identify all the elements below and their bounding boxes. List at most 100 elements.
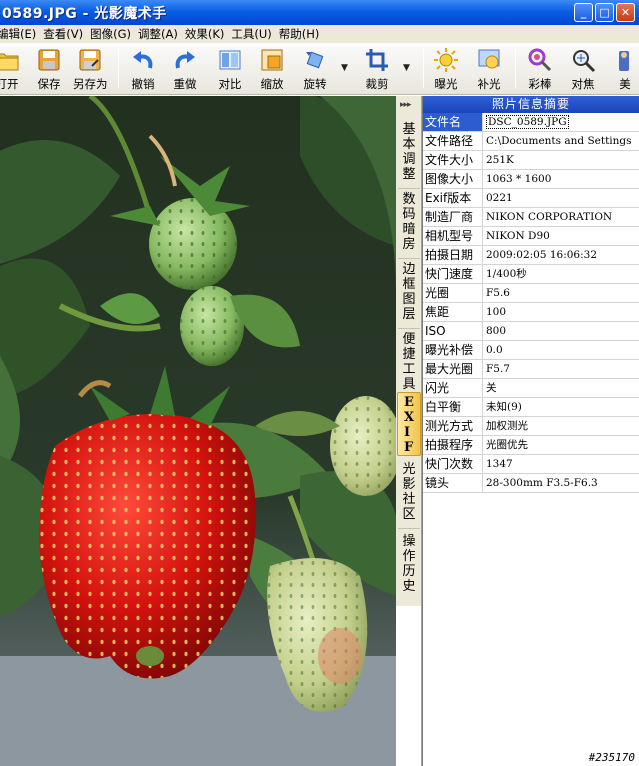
expand-panel-icon[interactable]: ▸▸▸ (400, 100, 412, 110)
exif-key: 测光方式 (423, 417, 483, 435)
resize-button[interactable]: 缩放 (259, 45, 285, 93)
beauty-button[interactable]: 美 (612, 45, 638, 93)
exif-value: 28-300mm F3.5-F6.3 (483, 474, 639, 492)
exif-value-text: F5.6 (486, 287, 510, 299)
menu-tools[interactable]: 工具(U) (231, 26, 278, 42)
table-row[interactable]: 镜头 28-300mm F3.5-F6.3 (423, 474, 639, 493)
menu-image[interactable]: 图像(G) (90, 26, 138, 42)
exif-key: 快门速度 (423, 265, 483, 283)
open-button[interactable]: 打开 (0, 45, 20, 93)
exposure-button[interactable]: 曝光 (433, 45, 459, 93)
tab-digital-darkroom[interactable]: 数码暗房 (397, 192, 421, 254)
table-row[interactable]: ISO 800 (423, 322, 639, 341)
tab-separator (398, 328, 420, 329)
minimize-button[interactable]: _ (574, 3, 593, 22)
toolbar-separator (515, 48, 516, 88)
table-row[interactable]: 制造厂商 NIKON CORPORATION (423, 208, 639, 227)
focus-button[interactable]: 对焦 (570, 45, 596, 93)
side-tab-bar: ▸▸▸ 基本调整 数码暗房 边框图层 便捷工具 EXIF 光影社区 操作历史 (396, 96, 422, 606)
exif-key: 镜头 (423, 474, 483, 492)
exif-value: F5.7 (483, 360, 639, 378)
menu-bar: 编辑(E) 查看(V) 图像(G) 调整(A) 效果(K) 工具(U) 帮助(H… (0, 25, 639, 43)
resize-icon (259, 47, 285, 73)
exif-key: 图像大小 (423, 170, 483, 188)
focus-icon (570, 47, 596, 73)
table-row[interactable]: 拍摄日期 2009:02:05 16:06:32 (423, 246, 639, 265)
photo-canvas[interactable] (0, 96, 396, 766)
table-row[interactable]: 曝光补偿 0.0 (423, 341, 639, 360)
exif-value: 光圈优先 (483, 436, 639, 454)
exif-value-text: 关 (486, 382, 497, 394)
tab-frame-layers[interactable]: 边框图层 (397, 262, 421, 324)
tab-separator (398, 258, 420, 259)
table-row[interactable]: 光圈 F5.6 (423, 284, 639, 303)
tab-label: 便捷工具 (402, 332, 416, 392)
exif-value: 100 (483, 303, 639, 321)
exif-value: NIKON CORPORATION (483, 208, 639, 226)
menu-effect[interactable]: 效果(K) (185, 26, 232, 42)
tab-history[interactable]: 操作历史 (397, 534, 421, 596)
table-row[interactable]: 快门次数 1347 (423, 455, 639, 474)
table-row[interactable]: 文件名 DSC_0589.JPG (423, 113, 639, 132)
menu-help[interactable]: 帮助(H) (279, 26, 327, 42)
tab-exif[interactable]: EXIF (397, 392, 421, 456)
panel-title: 照片信息摘要 (423, 96, 639, 113)
tab-basic-adjust[interactable]: 基本调整 (397, 122, 421, 184)
exif-value: 未知(9) (483, 398, 639, 416)
exif-value-text: 1347 (486, 458, 513, 470)
tab-label: 基本调整 (402, 122, 416, 182)
table-row[interactable]: 闪光关 (423, 379, 639, 398)
table-row[interactable]: 相机型号 NIKON D90 (423, 227, 639, 246)
crop-dropdown-icon[interactable]: ▼ (403, 63, 410, 73)
exif-key: 拍摄日期 (423, 246, 483, 264)
close-button[interactable]: ✕ (616, 3, 635, 22)
table-row[interactable]: Exif版本 0221 (423, 189, 639, 208)
menu-view[interactable]: 查看(V) (43, 26, 90, 42)
exif-value-text: 0221 (486, 192, 513, 204)
rotate-dropdown-icon[interactable]: ▼ (341, 63, 348, 73)
table-row[interactable]: 快门速度 1/400秒 (423, 265, 639, 284)
crop-button[interactable]: 裁剪 (364, 45, 390, 93)
exif-value: NIKON D90 (483, 227, 639, 245)
folder-icon (0, 47, 20, 73)
menu-edit[interactable]: 编辑(E) (0, 26, 43, 42)
table-row[interactable]: 文件大小 251K (423, 151, 639, 170)
exif-key: 拍摄程序 (423, 436, 483, 454)
table-row[interactable]: 测光方式 加权测光 (423, 417, 639, 436)
exif-key: 焦距 (423, 303, 483, 321)
save-button[interactable]: 保存 (36, 45, 62, 93)
table-row[interactable]: 最大光圈 F5.7 (423, 360, 639, 379)
fill-light-button[interactable]: 补光 (476, 45, 502, 93)
exif-key: 快门次数 (423, 455, 483, 473)
exif-value: C:\Documents and Settings (483, 132, 639, 150)
exif-value-text: 251K (486, 154, 514, 166)
strawberry-photo (0, 96, 396, 766)
exif-value: DSC_0589.JPG (483, 113, 639, 131)
undo-button[interactable]: 撤销 (130, 45, 156, 93)
compare-button[interactable]: 对比 (217, 45, 243, 93)
exif-value-text: 800 (486, 325, 507, 337)
table-row[interactable]: 拍摄程序 光圈优先 (423, 436, 639, 455)
tab-label: 光影社区 (402, 462, 416, 522)
exif-key: 白平衡 (423, 398, 483, 416)
rotate-button[interactable]: 旋转 (302, 45, 328, 93)
tab-community[interactable]: 光影社区 (397, 462, 421, 524)
table-row[interactable]: 白平衡 未知(9) (423, 398, 639, 417)
table-row[interactable]: 文件路径 C:\Documents and Settings (423, 132, 639, 151)
save-as-button[interactable]: 另存为 (73, 45, 108, 93)
exif-value: F5.6 (483, 284, 639, 302)
exif-value: 0.0 (483, 341, 639, 359)
redo-button[interactable]: 重做 (172, 45, 198, 93)
menu-adjust[interactable]: 调整(A) (138, 26, 185, 42)
save-as-icon (77, 47, 103, 73)
exposure-icon (433, 47, 459, 73)
tab-quick-tools[interactable]: 便捷工具 (397, 332, 421, 394)
toolbar-separator (118, 48, 119, 88)
redo-icon (172, 47, 198, 73)
table-row[interactable]: 图像大小 1063 * 1600 (423, 170, 639, 189)
title-bar: 0589.JPG - 光影魔术手 _ □ ✕ (0, 0, 639, 25)
magic-wand-button[interactable]: 彩棒 (527, 45, 553, 93)
exif-value: 251K (483, 151, 639, 169)
maximize-button[interactable]: □ (595, 3, 614, 22)
table-row[interactable]: 焦距 100 (423, 303, 639, 322)
